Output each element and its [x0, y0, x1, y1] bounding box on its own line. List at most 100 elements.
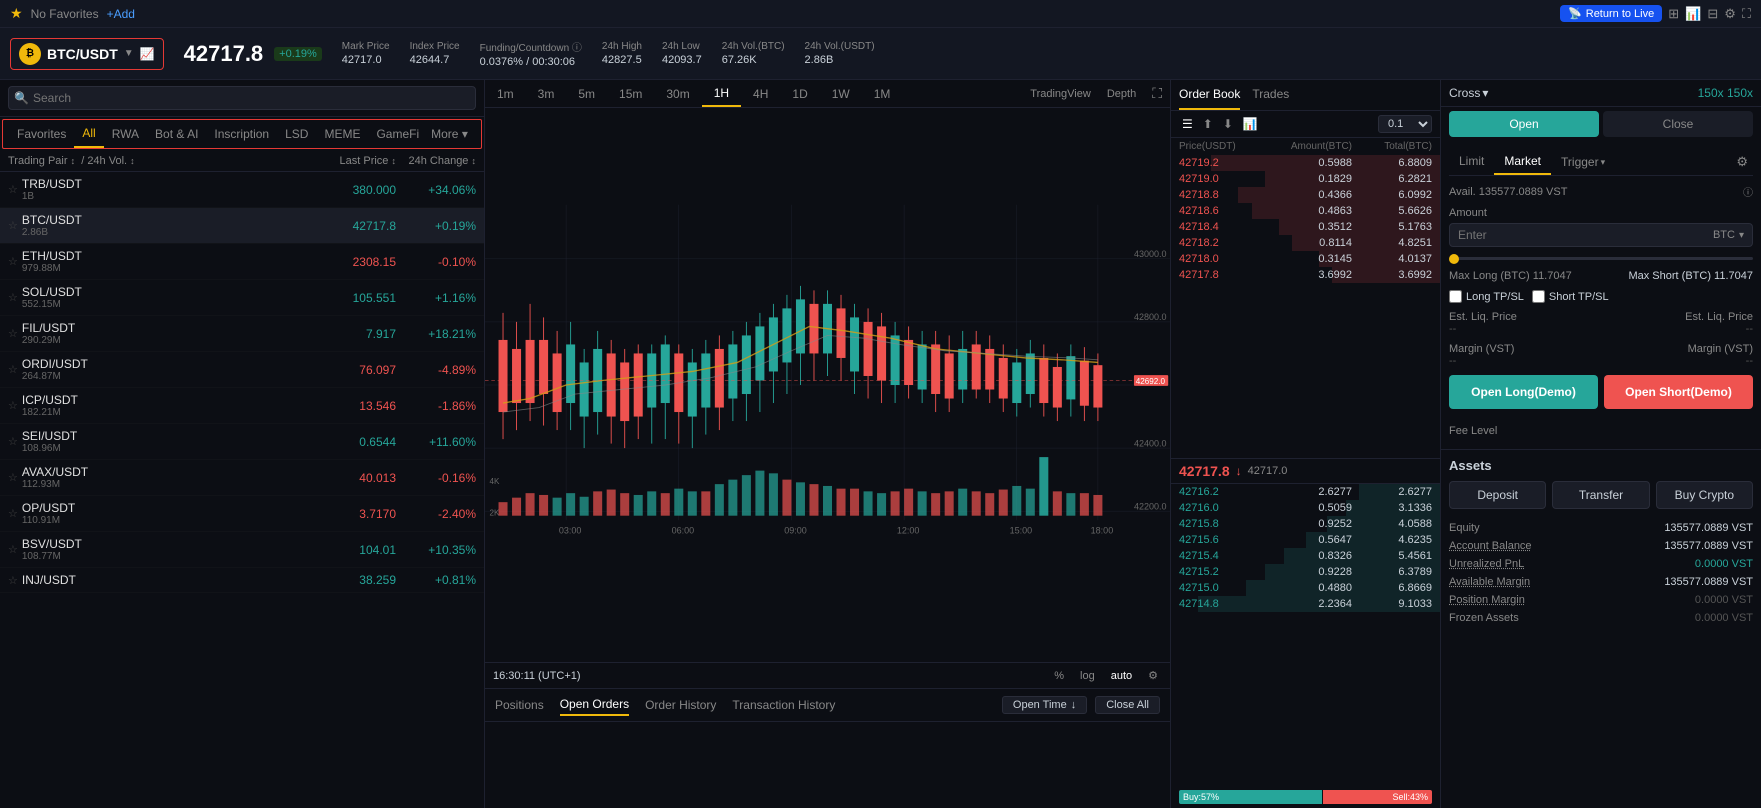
bid-row[interactable]: 42715.2 0.9228 6.3789 — [1171, 564, 1440, 580]
leverage-slider-row[interactable] — [1449, 255, 1753, 262]
tab-trades[interactable]: Trades — [1252, 80, 1289, 110]
leverage-selector[interactable]: 150x 150x — [1698, 86, 1753, 100]
bid-row[interactable]: 42715.8 0.9252 4.0588 — [1171, 516, 1440, 532]
tab-30m[interactable]: 30m — [654, 82, 701, 106]
tab-15m[interactable]: 15m — [607, 82, 654, 106]
star-icon[interactable]: ☆ — [8, 399, 18, 412]
expand-chart-icon[interactable]: ⛶ — [1144, 80, 1170, 107]
star-icon[interactable]: ☆ — [8, 183, 18, 196]
tab-inscription[interactable]: Inscription — [206, 121, 277, 147]
cross-label[interactable]: Cross ▾ — [1449, 86, 1488, 100]
ask-row[interactable]: 42718.4 0.3512 5.1763 — [1171, 219, 1440, 235]
tab-1mo[interactable]: 1M — [862, 82, 903, 106]
ask-row[interactable]: 42718.2 0.8114 4.8251 — [1171, 235, 1440, 251]
market-mode-tab[interactable]: Market — [1494, 149, 1551, 175]
tab-1w[interactable]: 1W — [820, 82, 862, 106]
position-margin-label[interactable]: Position Margin — [1449, 594, 1525, 606]
settings-chart-icon[interactable]: ⚙ — [1144, 667, 1162, 684]
list-item[interactable]: ☆ BTC/USDT 2.86B 42717.8 +0.19% — [0, 208, 484, 244]
tab-1m[interactable]: 1m — [485, 82, 526, 106]
grid-icon[interactable]: ⊞ — [1668, 6, 1679, 22]
star-icon[interactable]: ☆ — [8, 574, 18, 587]
available-margin-label[interactable]: Available Margin — [1449, 576, 1530, 588]
bid-row[interactable]: 42715.6 0.5647 4.6235 — [1171, 532, 1440, 548]
list-item[interactable]: ☆ SOL/USDT 552.15M 105.551 +1.16% — [0, 280, 484, 316]
tab-lsd[interactable]: LSD — [277, 121, 316, 147]
ob-view-asks-icon[interactable]: ⬆ — [1200, 115, 1216, 133]
vol-sort-icon[interactable]: ↕ — [130, 156, 135, 166]
tab-open-orders[interactable]: Open Orders — [560, 694, 629, 716]
ob-view-bids-icon[interactable]: ⬇ — [1220, 115, 1236, 133]
tab-positions[interactable]: Positions — [495, 695, 544, 715]
change-sort-icon[interactable]: ↕ — [472, 156, 477, 166]
ask-row[interactable]: 42717.8 3.6992 3.6992 — [1171, 267, 1440, 283]
tab-order-history[interactable]: Order History — [645, 695, 716, 715]
star-icon[interactable]: ☆ — [8, 471, 18, 484]
ask-row[interactable]: 42718.6 0.4863 5.6626 — [1171, 203, 1440, 219]
list-item[interactable]: ☆ FIL/USDT 290.29M 7.917 +18.21% — [0, 316, 484, 352]
star-icon[interactable]: ☆ — [8, 363, 18, 376]
settings-icon[interactable]: ⚙ — [1724, 6, 1736, 22]
bid-row[interactable]: 42714.8 2.2364 9.1033 — [1171, 596, 1440, 612]
percent-toggle[interactable]: % — [1050, 668, 1068, 684]
bid-row[interactable]: 42716.2 2.6277 2.6277 — [1171, 484, 1440, 500]
transfer-button[interactable]: Transfer — [1552, 481, 1649, 509]
limit-mode-tab[interactable]: Limit — [1449, 149, 1494, 175]
buy-crypto-button[interactable]: Buy Crypto — [1656, 481, 1753, 509]
ob-view-chart-icon[interactable]: 📊 — [1240, 115, 1261, 133]
bid-row[interactable]: 42715.0 0.4880 6.8669 — [1171, 580, 1440, 596]
tab-gamefi[interactable]: GameFi — [368, 121, 427, 147]
list-item[interactable]: ☆ ETH/USDT 979.88M 2308.15 -0.10% — [0, 244, 484, 280]
star-icon[interactable]: ☆ — [8, 255, 18, 268]
long-tpsl-checkbox[interactable] — [1449, 290, 1462, 303]
open-tab-button[interactable]: Open — [1449, 111, 1599, 137]
fullscreen-icon[interactable]: ⛶ — [1742, 6, 1751, 22]
list-item[interactable]: ☆ ORDI/USDT 264.87M 76.097 -4.89% — [0, 352, 484, 388]
tab-botai[interactable]: Bot & AI — [147, 121, 206, 147]
layout-icon[interactable]: ⊟ — [1707, 6, 1718, 22]
star-icon[interactable]: ☆ — [8, 507, 18, 520]
star-icon[interactable]: ☆ — [8, 291, 18, 304]
tab-meme[interactable]: MEME — [316, 121, 368, 147]
tab-5m[interactable]: 5m — [566, 82, 607, 106]
tradingview-label[interactable]: TradingView — [1022, 83, 1099, 105]
return-to-live-button[interactable]: 📡 Return to Live — [1560, 5, 1662, 22]
slider-track[interactable] — [1449, 257, 1753, 260]
unrealized-pnl-label[interactable]: Unrealized PnL — [1449, 558, 1524, 570]
star-icon[interactable]: ☆ — [8, 543, 18, 556]
list-item[interactable]: ☆ INJ/USDT 38.259 +0.81% — [0, 568, 484, 593]
tab-1d[interactable]: 1D — [780, 82, 819, 106]
account-balance-label[interactable]: Account Balance — [1449, 540, 1532, 552]
tab-1h[interactable]: 1H — [702, 81, 741, 107]
tab-4h[interactable]: 4H — [741, 82, 780, 106]
ask-row[interactable]: 42718.0 0.3145 4.0137 — [1171, 251, 1440, 267]
avail-info-icon[interactable]: ⓘ — [1743, 184, 1753, 199]
chart-nav-icon[interactable]: 📊 — [1685, 6, 1701, 22]
tab-order-book[interactable]: Order Book — [1179, 80, 1240, 110]
symbol-selector[interactable]: ₿ BTC/USDT ▼ 📈 — [10, 38, 164, 70]
amount-unit-arrow[interactable]: ▾ — [1739, 230, 1744, 241]
star-icon[interactable]: ☆ — [8, 327, 18, 340]
tab-more[interactable]: More ▾ — [427, 121, 472, 147]
ob-view-both-icon[interactable]: ☰ — [1179, 115, 1196, 133]
bid-row[interactable]: 42715.4 0.8326 5.4561 — [1171, 548, 1440, 564]
tab-transaction-history[interactable]: Transaction History — [732, 695, 835, 715]
depth-label[interactable]: Depth — [1099, 83, 1144, 105]
log-toggle[interactable]: log — [1076, 668, 1099, 684]
long-tpsl-check[interactable]: Long TP/SL — [1449, 290, 1524, 303]
search-input[interactable] — [8, 86, 476, 110]
open-time-button[interactable]: Open Time ↓ — [1002, 696, 1087, 714]
ob-decimal-select[interactable]: 0.1 0.01 1 — [1378, 115, 1432, 133]
short-tpsl-checkbox[interactable] — [1532, 290, 1545, 303]
bid-row[interactable]: 42716.0 0.5059 3.1336 — [1171, 500, 1440, 516]
trigger-mode-tab[interactable]: Trigger▾ — [1551, 149, 1615, 175]
list-item[interactable]: ☆ OP/USDT 110.91M 3.7170 -2.40% — [0, 496, 484, 532]
amount-input[interactable] — [1458, 228, 1713, 242]
auto-toggle[interactable]: auto — [1107, 668, 1136, 684]
tab-rwa[interactable]: RWA — [104, 121, 147, 147]
ask-row[interactable]: 42719.2 0.5988 6.8809 — [1171, 155, 1440, 171]
star-icon[interactable]: ☆ — [8, 435, 18, 448]
list-item[interactable]: ☆ SEI/USDT 108.96M 0.6544 +11.60% — [0, 424, 484, 460]
ask-row[interactable]: 42718.8 0.4366 6.0992 — [1171, 187, 1440, 203]
short-tpsl-check[interactable]: Short TP/SL — [1532, 290, 1609, 303]
